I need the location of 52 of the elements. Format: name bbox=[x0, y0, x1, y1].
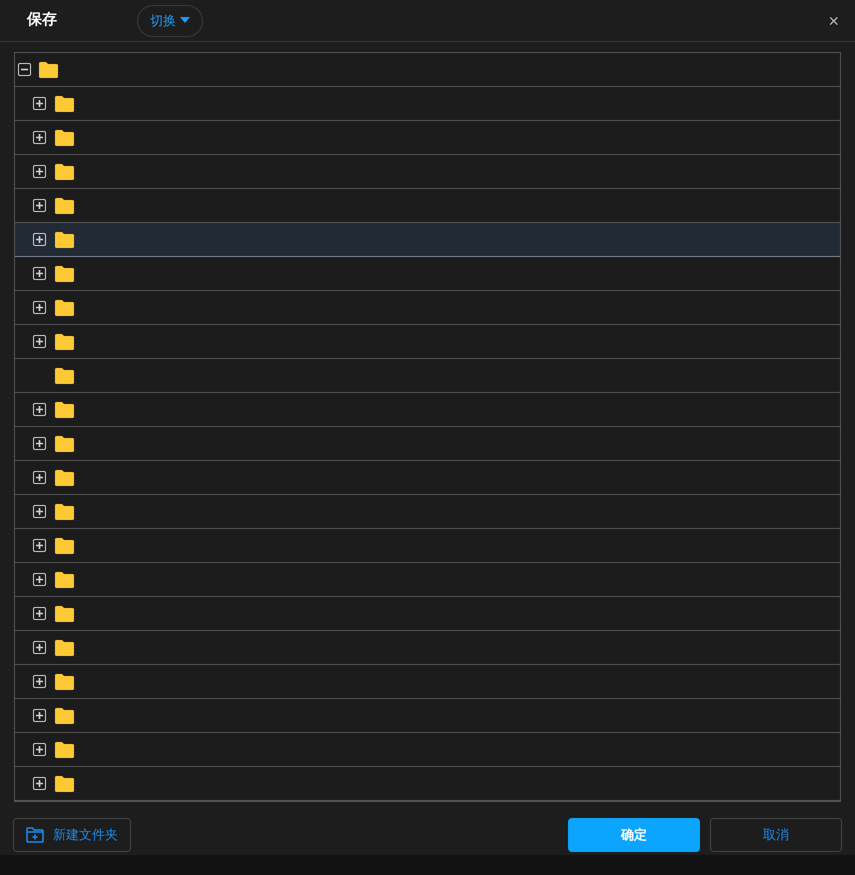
folder-icon bbox=[55, 538, 74, 554]
expand-icon[interactable] bbox=[33, 777, 46, 790]
expand-icon[interactable] bbox=[33, 437, 46, 450]
expand-icon[interactable] bbox=[33, 97, 46, 110]
folder-icon bbox=[55, 674, 74, 690]
folder-icon bbox=[55, 96, 74, 112]
folder-icon bbox=[55, 470, 74, 486]
folder-icon bbox=[55, 436, 74, 452]
expand-icon[interactable] bbox=[33, 471, 46, 484]
folder-icon bbox=[55, 334, 74, 350]
switch-button[interactable]: 切换 bbox=[137, 4, 203, 36]
folder-icon bbox=[55, 708, 74, 724]
folder-icon bbox=[55, 130, 74, 146]
expand-icon[interactable] bbox=[33, 165, 46, 178]
ok-button[interactable]: 确定 bbox=[568, 818, 700, 852]
folder-icon bbox=[55, 504, 74, 520]
expand-icon[interactable] bbox=[33, 539, 46, 552]
folder-plus-icon bbox=[26, 827, 44, 843]
folder-icon bbox=[55, 742, 74, 758]
expand-icon[interactable] bbox=[33, 675, 46, 688]
folder-icon bbox=[55, 300, 74, 316]
expand-icon[interactable] bbox=[33, 233, 46, 246]
folder-icon bbox=[55, 640, 74, 656]
folder-icon bbox=[55, 572, 74, 588]
folder-icon bbox=[55, 232, 74, 248]
expand-icon[interactable] bbox=[33, 335, 46, 348]
expand-icon[interactable] bbox=[33, 607, 46, 620]
close-button[interactable]: × bbox=[828, 12, 839, 30]
folder-icon bbox=[55, 402, 74, 418]
folder-icon bbox=[55, 776, 74, 792]
expand-icon[interactable] bbox=[33, 403, 46, 416]
folder-icon bbox=[55, 606, 74, 622]
expand-icon[interactable] bbox=[33, 131, 46, 144]
expand-icon[interactable] bbox=[33, 505, 46, 518]
expand-icon[interactable] bbox=[33, 199, 46, 212]
new-folder-button[interactable]: 新建文件夹 bbox=[13, 818, 131, 852]
folder-icon bbox=[55, 266, 74, 282]
expand-icon[interactable] bbox=[33, 267, 46, 280]
folder-icon bbox=[55, 198, 74, 214]
dialog-title: 保存 bbox=[27, 10, 57, 30]
expand-icon[interactable] bbox=[33, 743, 46, 756]
caret-icon bbox=[180, 17, 190, 24]
tree-row[interactable] bbox=[15, 223, 840, 257]
folder-icon bbox=[55, 164, 74, 180]
folder-icon bbox=[55, 368, 74, 384]
expand-icon[interactable] bbox=[33, 709, 46, 722]
cancel-button[interactable]: 取消 bbox=[710, 818, 842, 852]
expand-icon[interactable] bbox=[33, 641, 46, 654]
collapse-icon[interactable] bbox=[18, 63, 31, 76]
expand-icon[interactable] bbox=[33, 573, 46, 586]
folder-icon bbox=[39, 62, 58, 78]
expand-icon[interactable] bbox=[33, 301, 46, 314]
